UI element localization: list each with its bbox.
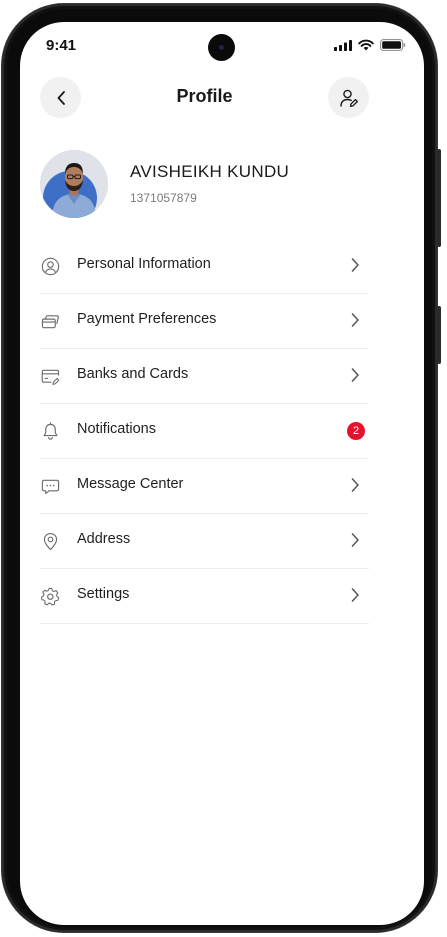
settings-menu: Personal Information Payment Preferences [40,239,369,624]
back-button[interactable] [40,77,81,118]
location-pin-icon [43,532,57,550]
user-phone: 1371057879 [130,191,197,205]
menu-item-label: Notifications [77,421,156,437]
avatar[interactable] [40,150,108,218]
user-name: AVISHEIKH KUNDU [130,162,290,181]
profile-card: AVISHEIKH KUNDU 1371057879 [40,150,370,220]
menu-item-message-center[interactable]: Message Center [40,459,369,514]
menu-item-notifications[interactable]: Notifications 2 [40,404,369,459]
menu-item-label: Payment Preferences [77,311,217,327]
chevron-right-icon [351,478,359,492]
cards-icon [41,314,59,328]
menu-item-label: Message Center [77,476,184,492]
notification-count-badge: 2 [347,422,365,440]
status-bar: 9:41 [20,22,424,72]
menu-item-payment-preferences[interactable]: Payment Preferences [40,294,369,349]
volume-button [437,149,441,247]
menu-item-label: Personal Information [77,256,211,272]
chevron-left-icon [57,90,65,105]
chevron-right-icon [351,313,359,327]
menu-item-label: Settings [77,586,130,602]
menu-item-personal-information[interactable]: Personal Information [40,239,369,294]
gear-icon [40,587,59,606]
edit-profile-button[interactable] [328,77,369,118]
battery-icon [380,39,406,51]
menu-item-settings[interactable]: Settings [40,569,369,624]
user-circle-icon [41,257,59,275]
signal-icon [334,39,352,51]
wifi-icon [358,39,374,51]
bell-icon [43,421,57,440]
front-camera [208,34,235,61]
phone-frame: 9:41 Profile AVISHEIKH KUNDU 1371057879 … [2,4,441,932]
card-edit-icon [41,369,59,385]
chevron-right-icon [351,368,359,382]
header: Profile [40,77,369,119]
status-icons [334,39,406,51]
status-time: 9:41 [46,37,77,54]
page-title: Profile [176,86,233,106]
menu-item-label: Address [77,531,131,547]
user-edit-icon [339,89,358,107]
chevron-right-icon [351,258,359,272]
power-button [437,306,441,364]
avatar-photo [40,150,108,218]
menu-item-label: Banks and Cards [77,366,189,382]
menu-item-banks-and-cards[interactable]: Banks and Cards [40,349,369,404]
screen: 9:41 Profile AVISHEIKH KUNDU 1371057879 … [20,22,424,925]
chevron-right-icon [351,533,359,547]
menu-item-address[interactable]: Address [40,514,369,569]
chevron-right-icon [351,588,359,602]
message-icon [41,479,59,494]
